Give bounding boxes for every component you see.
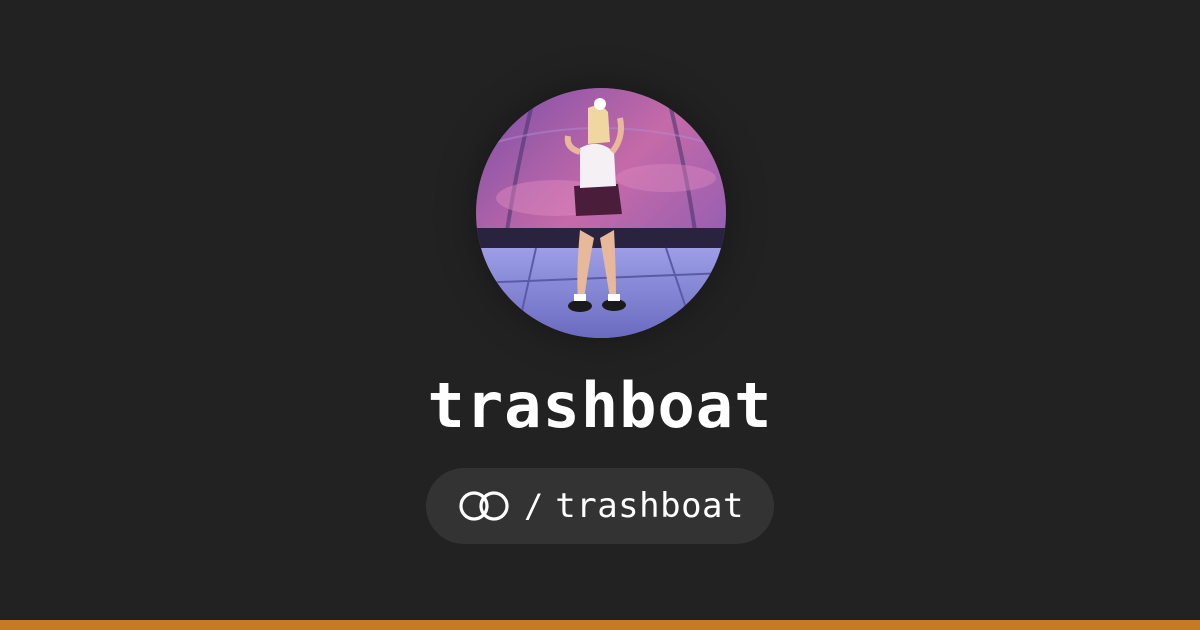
handle-text: trashboat xyxy=(555,486,744,526)
linked-rings-icon xyxy=(456,489,512,523)
display-name: trashboat xyxy=(427,369,773,442)
profile-card: trashboat / trashboat xyxy=(0,0,1200,630)
handle-separator: / xyxy=(524,487,544,525)
accent-bar xyxy=(0,620,1200,630)
avatar[interactable] xyxy=(476,88,726,338)
profile-link-button[interactable]: / trashboat xyxy=(426,468,774,544)
avatar-photo xyxy=(476,88,726,338)
